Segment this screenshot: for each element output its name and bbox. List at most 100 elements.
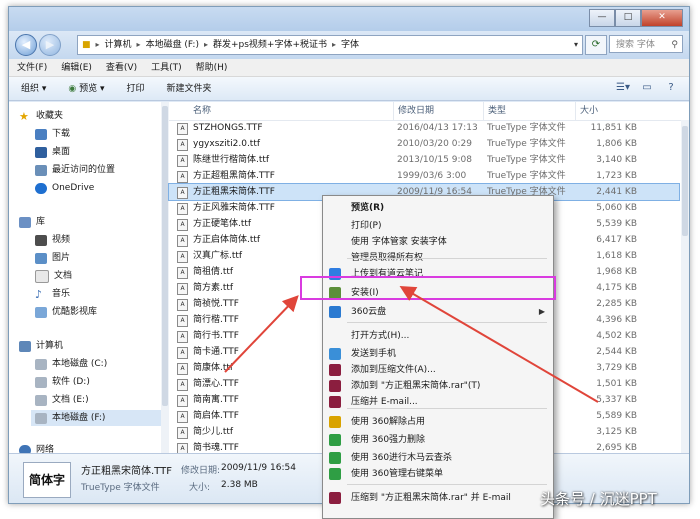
file-list-scrollbar[interactable] (681, 120, 689, 453)
library-icon (19, 216, 31, 228)
trojan-scan-icon (329, 452, 341, 464)
phone-icon (329, 348, 341, 360)
context-menu-item[interactable]: 添加到压缩文件(A)... (323, 362, 553, 378)
context-menu-item[interactable]: 发送到手机 (323, 346, 553, 362)
context-menu-item[interactable]: 使用 360强力删除 (323, 432, 553, 448)
cloud-drive-icon (329, 306, 341, 318)
winrar-icon (329, 380, 341, 392)
breadcrumb-drive-f[interactable]: 本地磁盘 (F:) (146, 36, 199, 54)
address-bar[interactable]: ■ ▸ 计算机 ▸ 本地磁盘 (F:) ▸ 群发+ps视频+字体+税证书 ▸ 字… (77, 35, 583, 55)
sidebar-item-downloads[interactable]: 下载 (35, 126, 70, 142)
maximize-button[interactable]: □ (615, 9, 641, 27)
scrollbar-thumb[interactable] (682, 126, 688, 236)
search-icon: ⚲ (671, 40, 678, 50)
column-header-type[interactable]: 类型 (483, 102, 578, 120)
sidebar-item-desktop[interactable]: 桌面 (35, 144, 70, 160)
organize-button[interactable]: 组织 ▾ (21, 77, 46, 100)
column-header-size[interactable]: 大小 (575, 102, 650, 120)
video-icon (35, 234, 47, 246)
sidebar-item-onedrive[interactable]: OneDrive (35, 180, 94, 196)
column-headers: 名称 修改日期 类型 大小 (169, 102, 689, 121)
file-size: 4,396 KB (596, 315, 637, 325)
font-file-icon: A (177, 139, 188, 151)
sidebar-drive-c[interactable]: 本地磁盘 (C:) (35, 356, 107, 372)
watermark: 头条号 / 沉迷PPT (540, 490, 657, 508)
menu-manager-icon (329, 468, 341, 480)
column-header-date[interactable]: 修改日期 (393, 102, 486, 120)
sidebar-item-documents[interactable]: 文档 (35, 268, 72, 284)
breadcrumb-computer[interactable]: 计算机 (105, 36, 132, 54)
chevron-down-icon[interactable]: ▾ (574, 36, 578, 54)
sidebar-item-videos[interactable]: 视频 (35, 232, 70, 248)
minimize-button[interactable]: — (589, 9, 615, 27)
winrar-icon (329, 364, 341, 376)
column-header-name[interactable]: 名称 (189, 102, 393, 120)
sidebar-item-pictures[interactable]: 图片 (35, 250, 70, 266)
context-menu-item[interactable]: 压缩到 "方正粗黑宋简体.rar" 并 E-mail (323, 490, 553, 506)
view-options-icon[interactable]: ☰▾ (615, 80, 631, 96)
details-filename: 方正粗黑宋简体.TTF (81, 466, 172, 477)
preview-pane-icon[interactable]: ▭ (639, 80, 655, 96)
font-file-icon: A (177, 123, 188, 135)
sidebar-item-music[interactable]: ♪ 音乐 (35, 286, 70, 302)
star-icon: ★ (19, 109, 29, 123)
context-menu-item[interactable]: 使用 360管理右键菜单 (323, 466, 553, 482)
context-menu-label: 发送到手机 (351, 349, 397, 359)
sidebar-drive-f[interactable]: 本地磁盘 (F:) (31, 410, 163, 426)
context-menu-label: 使用 字体管家 安装字体 (351, 237, 447, 247)
sidebar-computer[interactable]: 计算机 (19, 338, 63, 354)
menu-separator (347, 484, 547, 485)
context-menu-item[interactable]: 使用 360解除占用 (323, 414, 553, 430)
menu-separator (347, 322, 547, 323)
menu-edit[interactable]: 编辑(E) (61, 59, 92, 76)
folder-unlock-icon (329, 416, 341, 428)
music-icon: ♪ (35, 287, 43, 301)
back-button[interactable]: ◀ (15, 34, 37, 56)
help-icon[interactable]: ? (663, 80, 679, 96)
sidebar-drive-d[interactable]: 软件 (D:) (35, 374, 90, 390)
menu-view[interactable]: 查看(V) (106, 59, 137, 76)
file-size: 1,618 KB (596, 251, 637, 261)
scrollbar-thumb[interactable] (162, 106, 168, 406)
context-menu-item[interactable]: 使用 360进行木马云查杀 (323, 450, 553, 466)
print-button[interactable]: 打印 (127, 77, 145, 100)
file-name: 陈继世行楷简体.ttf (193, 155, 270, 165)
menu-help[interactable]: 帮助(H) (196, 59, 228, 76)
breadcrumb-parent-folder[interactable]: 群发+ps视频+字体+税证书 (213, 36, 327, 54)
file-size: 2,285 KB (596, 299, 637, 309)
menu-tools[interactable]: 工具(T) (151, 59, 182, 76)
forward-button[interactable]: ▶ (39, 34, 61, 56)
shield-delete-icon (329, 434, 341, 446)
context-menu-label: 压缩到 "方正粗黑宋简体.rar" 并 E-mail (351, 493, 511, 503)
context-menu-item[interactable]: 预览(R) (323, 200, 553, 216)
sidebar-item-youku[interactable]: 优酷影视库 (35, 304, 97, 320)
context-menu-item[interactable]: 打开方式(H)... (323, 328, 553, 344)
new-folder-button[interactable]: 新建文件夹 (167, 77, 212, 100)
context-menu-item[interactable]: 添加到 "方正粗黑宋简体.rar"(T) (323, 378, 553, 394)
sidebar-item-recent[interactable]: 最近访问的位置 (35, 162, 115, 178)
file-size: 5,337 KB (596, 395, 637, 405)
refresh-button[interactable]: ⟳ (585, 35, 607, 55)
font-file-icon: A (177, 235, 188, 247)
search-input[interactable]: 搜索 字体 ⚲ (609, 35, 683, 53)
context-menu-item[interactable]: 360云盘 ▶ (323, 304, 553, 320)
sidebar-favorites[interactable]: ★ 收藏夹 (19, 108, 63, 124)
folder-icon: ■ (82, 40, 91, 50)
table-row[interactable]: A 陈继世行楷简体.ttf 2013/10/15 9:08 TrueType 字体文件… (169, 152, 679, 168)
preview-button[interactable]: ◉ 预览 ▾ (68, 77, 104, 100)
font-file-icon: A (177, 171, 188, 183)
menu-file[interactable]: 文件(F) (17, 59, 47, 76)
address-row: ◀ ▶ ■ ▸ 计算机 ▸ 本地磁盘 (F:) ▸ 群发+ps视频+字体+税证书… (9, 31, 689, 59)
table-row[interactable]: A 方正超粗黑简体.TTF 1999/03/6 3:00 TrueType 字体文件 1… (169, 168, 679, 184)
table-row[interactable]: A STZHONGS.TTF 2016/04/13 17:13 TrueType 字体… (169, 120, 679, 136)
drive-icon (35, 394, 47, 406)
breadcrumb-fonts[interactable]: 字体 (341, 36, 359, 54)
file-size: 11,851 KB (590, 123, 637, 133)
table-row[interactable]: Aygyxsziti2.0.ttf 2010/03/20 0:29 TrueType… (169, 136, 679, 152)
context-menu-item[interactable]: 使用 字体管家 安装字体 (323, 234, 553, 250)
close-button[interactable]: ✕ (641, 9, 683, 27)
sidebar-library[interactable]: 库 (19, 214, 45, 230)
sidebar-scrollbar[interactable] (161, 102, 169, 453)
context-menu-item[interactable]: 打印(P) (323, 218, 553, 234)
sidebar-drive-e[interactable]: 文档 (E:) (35, 392, 89, 408)
